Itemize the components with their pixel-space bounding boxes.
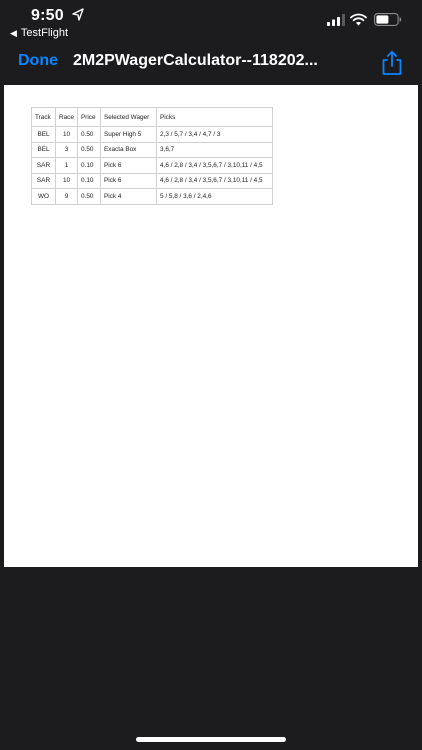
- table-row: BEL 3 0.50 Exacta Box 3,6,7: [31, 141, 273, 158]
- cell-price: 0.50: [77, 188, 101, 205]
- table-row: BEL 10 0.50 Super High 5 2,3 / 5,7 / 3,4…: [31, 126, 273, 143]
- document-preview[interactable]: Track Race Price Selected Wager Picks BE…: [4, 85, 418, 567]
- cellular-signal-icon: [327, 14, 345, 26]
- document-title: 2M2PWagerCalculator--118202...: [73, 52, 318, 69]
- nav-bar: Done 2M2PWagerCalculator--118202...: [0, 44, 422, 82]
- back-to-app-button[interactable]: ◀ TestFlight: [10, 27, 68, 39]
- cell-picks: 5 / 5,8 / 3,6 / 2,4,6: [156, 188, 273, 205]
- cell-wager: Pick 6: [100, 172, 157, 189]
- cell-track: BEL: [31, 126, 56, 143]
- cell-price: 0.10: [77, 157, 101, 174]
- cell-wager: Pick 6: [100, 157, 157, 174]
- cell-track: SAR: [31, 157, 56, 174]
- table-row: WO 9 0.50 Pick 4 5 / 5,8 / 3,6 / 2,4,6: [31, 188, 273, 205]
- back-caret-icon: ◀: [10, 27, 17, 38]
- cell-race: 1: [55, 157, 78, 174]
- cell-price: 0.50: [77, 141, 101, 158]
- cell-track: SAR: [31, 172, 56, 189]
- cell-race: 9: [55, 188, 78, 205]
- status-time: 9:50: [31, 7, 64, 24]
- cell-picks: 2,3 / 5,7 / 3,4 / 4,7 / 3: [156, 126, 273, 143]
- done-button[interactable]: Done: [18, 52, 58, 70]
- cell-race: 10: [55, 172, 78, 189]
- header-race: Race: [55, 107, 78, 127]
- header-price: Price: [77, 107, 101, 127]
- cell-picks: 4,6 / 2,8 / 3,4 / 3,5,6,7 / 3,10,11 / 4,…: [156, 172, 273, 189]
- wager-table: Track Race Price Selected Wager Picks BE…: [31, 107, 273, 205]
- cell-race: 3: [55, 141, 78, 158]
- cell-price: 0.10: [77, 172, 101, 189]
- header-selected-wager: Selected Wager: [100, 107, 157, 127]
- cell-wager: Super High 5: [100, 126, 157, 143]
- cell-picks: 4,6 / 2,8 / 3,4 / 3,5,6,7 / 3,10,11 / 4,…: [156, 157, 273, 174]
- cell-wager: Exacta Box: [100, 141, 157, 158]
- header-picks: Picks: [156, 107, 273, 127]
- cell-picks: 3,6,7: [156, 141, 273, 158]
- home-indicator[interactable]: [136, 737, 286, 742]
- location-arrow-icon: [72, 8, 84, 21]
- status-bar: 9:50 ◀ TestFlight: [0, 0, 422, 44]
- table-header-row: Track Race Price Selected Wager Picks: [31, 107, 273, 127]
- share-icon: [382, 50, 402, 75]
- table-row: SAR 10 0.10 Pick 6 4,6 / 2,8 / 3,4 / 3,5…: [31, 172, 273, 189]
- wifi-icon: [350, 13, 367, 26]
- header-track: Track: [31, 107, 56, 127]
- back-app-label: TestFlight: [20, 27, 68, 39]
- table-row: SAR 1 0.10 Pick 6 4,6 / 2,8 / 3,4 / 3,5,…: [31, 157, 273, 174]
- cell-price: 0.50: [77, 126, 101, 143]
- cell-race: 10: [55, 126, 78, 143]
- cell-wager: Pick 4: [100, 188, 157, 205]
- share-button[interactable]: [379, 50, 405, 76]
- battery-icon: [374, 13, 402, 26]
- cell-track: WO: [31, 188, 56, 205]
- cell-track: BEL: [31, 141, 56, 158]
